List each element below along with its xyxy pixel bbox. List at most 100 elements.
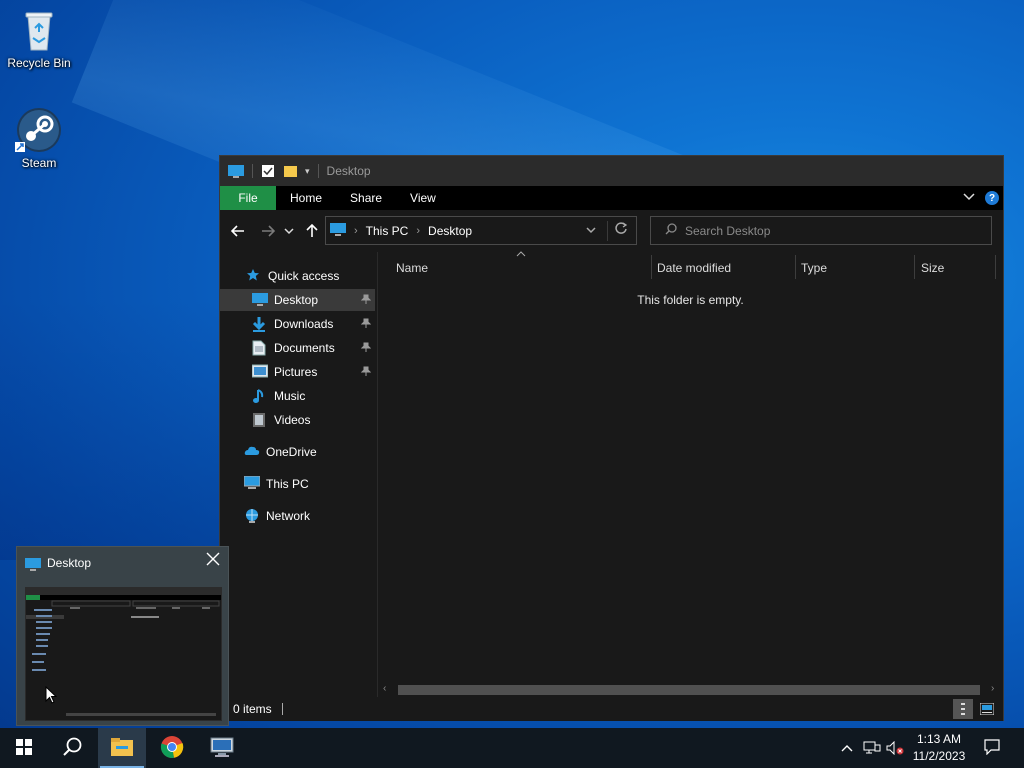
- breadcrumb-this-pc[interactable]: This PC: [366, 224, 409, 238]
- search-button[interactable]: [48, 728, 96, 768]
- properties-icon[interactable]: [261, 164, 277, 178]
- nav-item-music[interactable]: Music: [220, 385, 375, 407]
- tab-file[interactable]: File: [220, 186, 276, 210]
- close-icon[interactable]: [206, 552, 220, 571]
- downloads-icon: [252, 316, 268, 332]
- taskbar-file-explorer[interactable]: [98, 728, 146, 768]
- nav-item-label: Documents: [274, 341, 335, 355]
- nav-item-label: Videos: [274, 413, 311, 427]
- action-center-button[interactable]: [978, 728, 1006, 768]
- column-divider[interactable]: [995, 255, 996, 279]
- search-box[interactable]: Search Desktop: [650, 216, 992, 245]
- qat-dropdown-icon[interactable]: ▾: [305, 166, 310, 177]
- nav-item-videos[interactable]: Videos: [220, 409, 375, 431]
- up-arrow-icon[interactable]: [300, 219, 324, 243]
- chevron-right-icon[interactable]: ›: [416, 225, 420, 237]
- nav-item-onedrive[interactable]: OneDrive: [220, 441, 375, 463]
- system-clock[interactable]: 1:13 AM 11/2/2023: [905, 731, 973, 765]
- recent-locations-icon[interactable]: [282, 219, 296, 243]
- pin-icon[interactable]: [360, 366, 372, 379]
- expand-ribbon-icon[interactable]: [963, 192, 975, 204]
- taskbar: 1:13 AM 11/2/2023: [0, 728, 1024, 768]
- nav-item-network[interactable]: Network: [220, 505, 375, 527]
- desktop-icon-recycle-bin[interactable]: Recycle Bin: [1, 6, 77, 70]
- file-explorer-window[interactable]: ▾ Desktop File Home Share View ? › This …: [219, 155, 1004, 721]
- search-icon: [665, 223, 677, 238]
- search-placeholder: Search Desktop: [685, 223, 771, 238]
- taskbar-thumbnail-preview[interactable]: Desktop: [16, 546, 229, 726]
- pin-icon[interactable]: [360, 294, 372, 307]
- help-icon[interactable]: ?: [985, 191, 999, 205]
- nav-item-quick-access[interactable]: Quick access: [220, 265, 375, 287]
- start-button[interactable]: [0, 728, 48, 768]
- column-header-size[interactable]: Size: [921, 255, 944, 281]
- scroll-left-icon[interactable]: ‹: [383, 683, 386, 694]
- address-dropdown-icon[interactable]: [586, 223, 596, 237]
- file-list[interactable]: Name Date modified Type Size This folder…: [378, 249, 1003, 682]
- refresh-icon[interactable]: [615, 222, 628, 237]
- videos-icon: [252, 412, 268, 428]
- desktop-icon: [252, 292, 268, 308]
- scrollbar-thumb[interactable]: [398, 685, 980, 695]
- volume-muted-icon[interactable]: [884, 728, 906, 768]
- navigation-bar: › This PC › Desktop Search Desktop: [220, 210, 1003, 252]
- nav-item-pictures[interactable]: Pictures: [220, 361, 375, 383]
- clock-date: 11/2/2023: [912, 749, 966, 763]
- nav-item-this-pc[interactable]: This PC: [220, 473, 375, 495]
- tab-view[interactable]: View: [396, 186, 450, 210]
- navigation-pane: Quick access Desktop Downloads Documents…: [220, 252, 377, 697]
- column-header-date-modified[interactable]: Date modified: [657, 255, 731, 281]
- empty-folder-message: This folder is empty.: [637, 293, 744, 307]
- search-icon: [62, 737, 82, 760]
- nav-item-documents[interactable]: Documents: [220, 337, 375, 359]
- scroll-right-icon[interactable]: ›: [991, 683, 994, 694]
- column-divider[interactable]: [795, 255, 796, 279]
- desktop-icon-steam[interactable]: Steam: [1, 106, 77, 170]
- documents-icon: [252, 340, 268, 356]
- star-icon: [246, 268, 262, 284]
- title-bar[interactable]: ▾ Desktop: [220, 156, 1003, 186]
- tab-share[interactable]: Share: [336, 186, 396, 210]
- file-explorer-icon: [110, 737, 134, 760]
- notification-icon: [984, 738, 1000, 758]
- nav-item-label: Quick access: [268, 269, 340, 283]
- column-header-type[interactable]: Type: [801, 255, 827, 281]
- ribbon-tabs: File Home Share View ?: [220, 186, 1003, 210]
- forward-arrow-icon[interactable]: [256, 219, 280, 243]
- taskbar-chrome[interactable]: [148, 728, 196, 768]
- column-header-name[interactable]: Name: [396, 255, 428, 281]
- breadcrumb-desktop[interactable]: Desktop: [428, 224, 472, 238]
- horizontal-scrollbar[interactable]: ‹ ›: [378, 682, 1003, 697]
- pin-icon[interactable]: [360, 342, 372, 355]
- column-divider[interactable]: [651, 255, 652, 279]
- this-pc-icon: [330, 222, 346, 239]
- show-hidden-icons[interactable]: [838, 728, 856, 768]
- window-title: Desktop: [326, 164, 371, 178]
- new-folder-icon[interactable]: [283, 164, 299, 178]
- nav-item-label: This PC: [266, 477, 309, 491]
- address-bar[interactable]: › This PC › Desktop: [325, 216, 637, 245]
- nav-item-label: Downloads: [274, 317, 334, 331]
- nav-item-label: OneDrive: [266, 445, 317, 459]
- music-icon: [252, 388, 268, 404]
- sort-ascending-icon: [516, 249, 526, 259]
- nav-item-desktop[interactable]: Desktop: [220, 289, 375, 311]
- large-icons-view-icon[interactable]: [977, 699, 997, 719]
- folder-desktop-icon: [228, 164, 244, 178]
- back-arrow-icon[interactable]: [226, 219, 250, 243]
- network-status-icon[interactable]: [860, 728, 884, 768]
- nav-item-label: Desktop: [274, 293, 319, 307]
- details-view-icon[interactable]: [953, 699, 973, 719]
- chevron-right-icon[interactable]: ›: [354, 225, 358, 237]
- tab-home[interactable]: Home: [276, 186, 336, 210]
- onedrive-icon: [244, 444, 260, 460]
- nav-item-label: Network: [266, 509, 311, 523]
- pin-icon[interactable]: [360, 318, 372, 331]
- column-divider[interactable]: [914, 255, 915, 279]
- desktop-icon-label: Recycle Bin: [7, 56, 71, 70]
- taskbar-remote-desktop[interactable]: [198, 728, 246, 768]
- recycle-bin-icon: [15, 6, 63, 54]
- remote-desktop-icon: [209, 736, 235, 761]
- network-icon: [244, 508, 260, 524]
- nav-item-downloads[interactable]: Downloads: [220, 313, 375, 335]
